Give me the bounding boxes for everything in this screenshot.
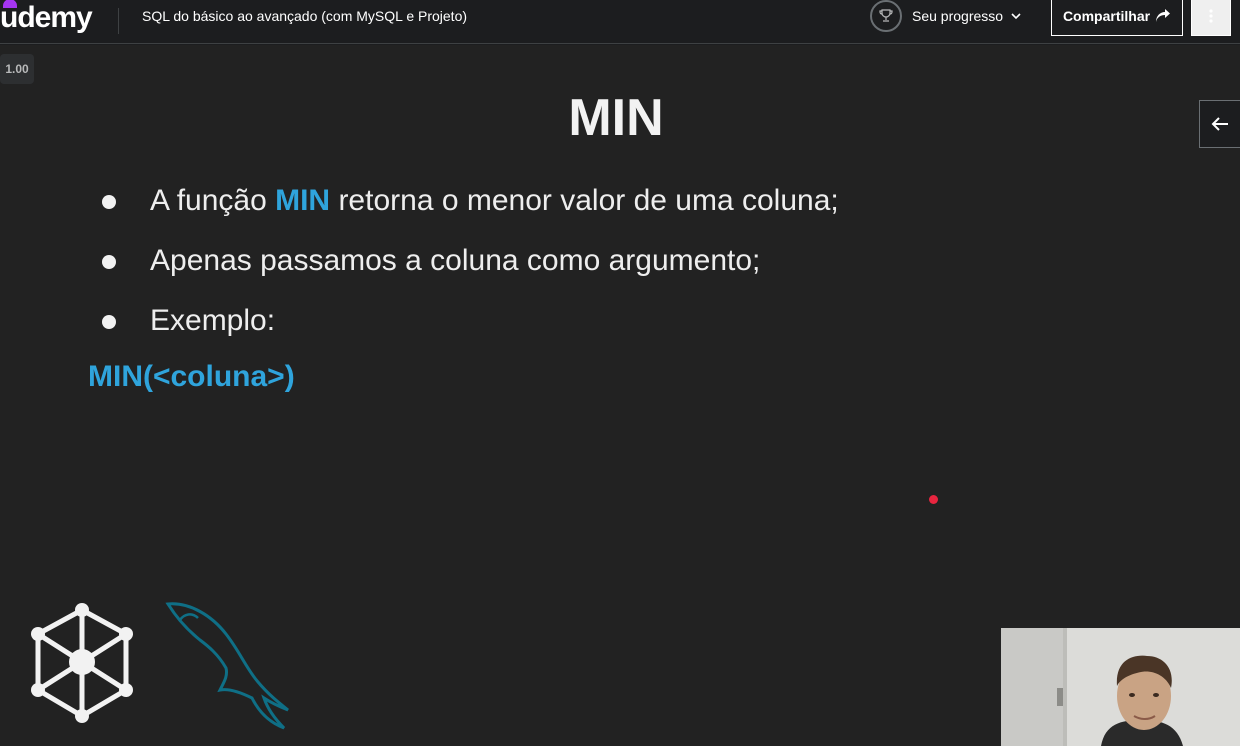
network-hex-logo-icon [31, 603, 133, 723]
more-options-button[interactable] [1191, 0, 1231, 36]
header-divider [118, 8, 119, 34]
trophy-icon [879, 9, 893, 22]
progress-label[interactable]: Seu progresso [912, 0, 1003, 32]
bullet-dot [102, 315, 116, 329]
playback-speed-badge[interactable]: 1.00 [0, 54, 34, 84]
share-label: Compartilhar [1062, 8, 1151, 24]
top-bar: udemy SQL do básico ao avançado (com MyS… [0, 0, 1240, 44]
instructor-video-frame [1001, 628, 1240, 746]
course-title[interactable]: SQL do básico ao avançado (com MySQL e P… [142, 0, 467, 32]
bullet-pre: A função [150, 184, 276, 217]
more-vertical-icon [1209, 9, 1213, 23]
bullet-dot [102, 255, 116, 269]
slide-title: MIN [568, 89, 664, 147]
bullet-text: Exemplo: [150, 304, 276, 337]
bullet-dot [102, 195, 116, 209]
bullet-text: Apenas passamos a coluna como argumento; [150, 244, 761, 277]
laser-pointer-dot [929, 495, 938, 504]
instructor-webcam [1001, 628, 1240, 746]
chevron-down-icon[interactable] [1010, 10, 1022, 22]
progress-ring[interactable] [870, 0, 902, 32]
bullet-post: retorna o menor valor de uma coluna; [330, 184, 839, 217]
bullet-highlight: MIN [275, 184, 331, 217]
share-arrow-icon [1156, 9, 1171, 22]
udemy-logo[interactable]: udemy [0, 0, 93, 38]
syntax-example: MIN(<coluna>) [88, 360, 295, 393]
logo-cap-mark [3, 0, 17, 8]
mysql-dolphin-logo-icon [165, 602, 289, 730]
bullet-text: A função MIN retorna o menor valor de um… [150, 178, 839, 224]
share-button[interactable]: Compartilhar [1051, 0, 1183, 36]
